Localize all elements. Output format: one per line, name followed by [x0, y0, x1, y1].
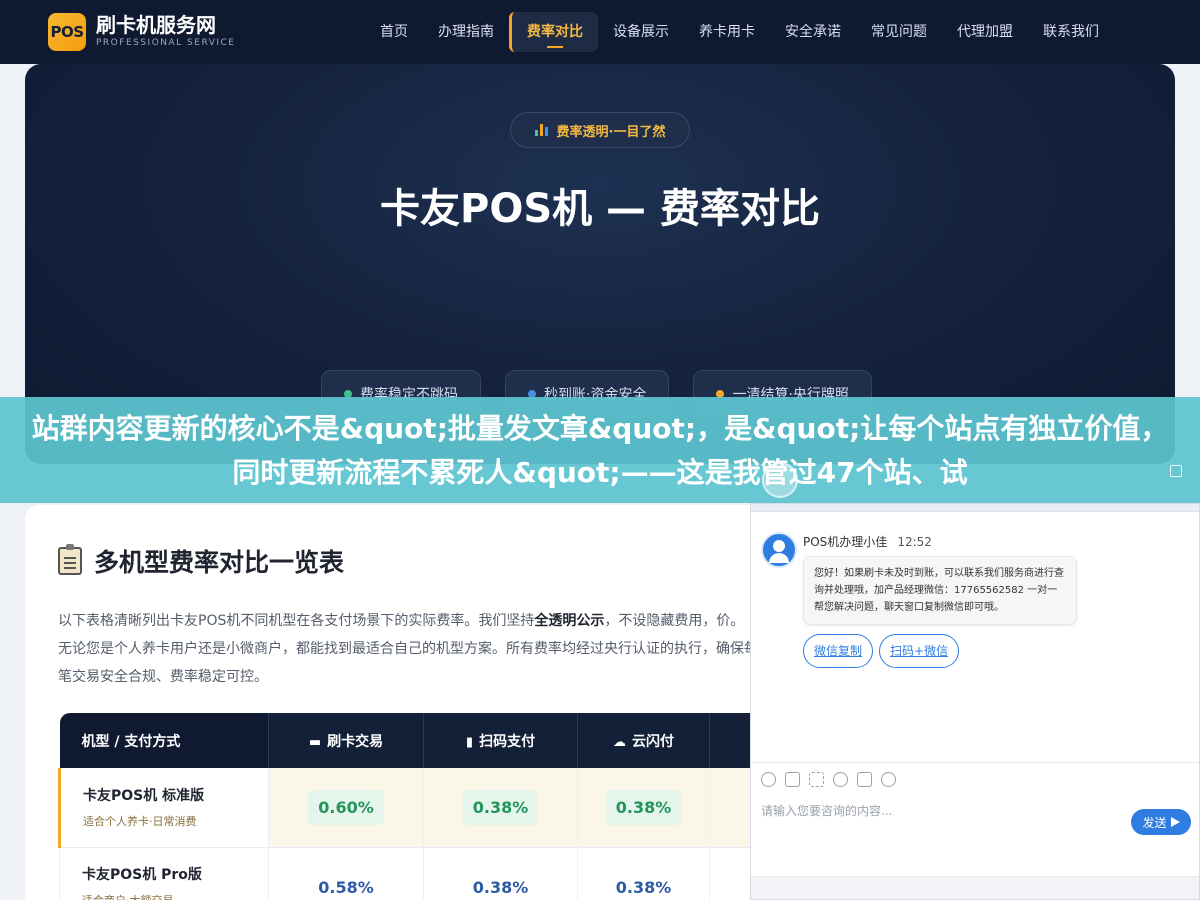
hero-title: 卡友POS机 — 费率对比 — [380, 186, 820, 232]
table-header-card: ▬ 刷卡交易 — [268, 713, 424, 768]
message-meta: POS机办理小佳 12:52 — [803, 532, 1077, 552]
chat-titlebar — [750, 450, 1200, 504]
nav-item-rate-compare[interactable]: 费率对比 — [509, 12, 598, 52]
chat-header-avatar — [762, 462, 798, 498]
voice-icon[interactable] — [857, 772, 872, 787]
site-logo[interactable]: POS 刷卡机服务网 PROFESSIONAL SERVICE — [48, 13, 236, 51]
copy-wechat-button[interactable]: 微信复制 — [803, 634, 874, 668]
rate-value: 0.38% — [462, 789, 539, 825]
rate-cell-card: 0.58% — [268, 847, 424, 900]
chat-minimize-icon[interactable] — [1170, 465, 1182, 477]
message-time: 12:52 — [897, 535, 932, 549]
rate-value: 0.58% — [318, 877, 374, 897]
agent-name: POS机办理小佳 — [803, 535, 888, 549]
machine-cell: 卡友POS机 Pro版 适合商户·大额交易 — [59, 847, 269, 900]
hero-badge: 费率透明·一目了然 — [510, 112, 690, 148]
cloud-icon: ☁ — [613, 734, 626, 750]
chat-divider — [751, 762, 1199, 763]
machine-cell: 卡友POS机 标准版 适合个人养卡·日常消费 — [58, 768, 269, 848]
section-title: 多机型费率对比一览表 — [94, 548, 345, 577]
rate-cell-cloud: 0.38% — [577, 847, 710, 900]
machine-name: 卡友POS机 标准版 — [83, 788, 205, 805]
send-button[interactable]: 发送 — [1131, 809, 1191, 835]
nav-item-home[interactable]: 首页 — [365, 12, 423, 52]
rate-value: 0.38% — [605, 789, 682, 825]
rate-cell-qr: 0.38% — [423, 768, 578, 848]
table-header-label: 云闪付 — [632, 733, 674, 750]
image-icon[interactable] — [785, 772, 800, 787]
logo-subtitle: PROFESSIONAL SERVICE — [96, 38, 236, 48]
table-header-qr: ▮ 扫码支付 — [423, 713, 578, 768]
message-bubble: 您好！如果刷卡未及时到账，可以联系我们服务商进行查询并处理哦，加产品经理微信：1… — [803, 556, 1077, 625]
table-header-label: 刷卡交易 — [327, 733, 384, 750]
chat-input[interactable]: 请输入您要咨询的内容... — [761, 802, 892, 819]
rate-cell-cloud: 0.38% — [577, 768, 710, 848]
nav-item-agent[interactable]: 代理加盟 — [942, 12, 1028, 52]
top-navbar: POS 刷卡机服务网 PROFESSIONAL SERVICE 首页 办理指南 … — [0, 0, 1200, 64]
section-description: 以下表格清晰列出卡友POS机不同机型在各支付场景下的实际费率。我们坚持全透明公示… — [58, 607, 758, 691]
rate-value: 0.38% — [472, 877, 529, 897]
emoji-icon[interactable] — [761, 772, 776, 787]
message-body: POS机办理小佳 12:52 您好！如果刷卡未及时到账，可以联系我们服务商进行查询… — [803, 532, 1077, 625]
send-label: 发送 — [1142, 815, 1167, 830]
chat-toolbar — [761, 772, 905, 787]
link-icon[interactable] — [881, 772, 896, 787]
nav-item-devices[interactable]: 设备展示 — [598, 12, 684, 52]
section-heading: 多机型费率对比一览表 — [58, 543, 344, 579]
machine-subtitle: 适合个人养卡·日常消费 — [83, 815, 197, 829]
rate-cell-card: 0.60% — [268, 768, 424, 848]
table-header-row: 机型 / 支付方式 ▬ 刷卡交易 ▮ 扫码支付 ☁ 云闪付 — [59, 713, 765, 768]
table-header-machine: 机型 / 支付方式 — [59, 713, 269, 768]
rate-value: 0.60% — [308, 789, 384, 825]
table-header-cloud: ☁ 云闪付 — [577, 713, 710, 768]
nav-item-guide[interactable]: 办理指南 — [423, 12, 509, 52]
screenshot-icon[interactable] — [809, 772, 824, 787]
chat-widget: POS机办理小佳 12:52 您好！如果刷卡未及时到账，可以联系我们服务商进行查询… — [750, 503, 1200, 900]
card-icon: ▬ — [308, 734, 322, 750]
rating-icon[interactable] — [833, 772, 848, 787]
nav-item-faq[interactable]: 常见问题 — [856, 12, 942, 52]
scan-wechat-button[interactable]: 扫码+微信 — [879, 634, 960, 668]
logo-title: 刷卡机服务网 — [96, 13, 216, 37]
main-nav: 首页 办理指南 费率对比 设备展示 养卡用卡 安全承诺 常见问题 代理加盟 联系… — [365, 12, 1114, 52]
logo-text: 刷卡机服务网 PROFESSIONAL SERVICE — [96, 14, 236, 50]
phone-icon: ▮ — [465, 734, 474, 750]
hero-badge-text: 费率透明·一目了然 — [556, 124, 666, 140]
nav-item-card-care[interactable]: 养卡用卡 — [684, 12, 770, 52]
clipboard-icon — [58, 544, 82, 575]
table-row: 卡友POS机 标准版 适合个人养卡·日常消费 0.60% 0.38% 0.38% — [58, 768, 765, 848]
rate-comparison-table: 机型 / 支付方式 ▬ 刷卡交易 ▮ 扫码支付 ☁ 云闪付 卡友POS机 标准版 适合… — [58, 713, 765, 900]
agent-avatar — [761, 532, 797, 568]
desc-highlight: 全透明公示 — [534, 613, 605, 629]
logo-badge: POS — [48, 13, 86, 51]
send-arrow-icon — [1170, 817, 1180, 827]
nav-item-security[interactable]: 安全承诺 — [770, 12, 856, 52]
table-header-label: 扫码支付 — [479, 733, 536, 750]
chat-message: POS机办理小佳 12:52 您好！如果刷卡未及时到账，可以联系我们服务商进行查询… — [761, 532, 1077, 625]
rate-cell-qr: 0.38% — [423, 847, 578, 900]
nav-item-contact[interactable]: 联系我们 — [1028, 12, 1114, 52]
machine-name: 卡友POS机 Pro版 — [82, 866, 202, 883]
rate-table-card: 多机型费率对比一览表 以下表格清晰列出卡友POS机不同机型在各支付场景下的实际费… — [25, 505, 765, 900]
bar-chart-icon — [534, 124, 549, 136]
chat-header-strip — [751, 504, 1199, 512]
chat-footer — [751, 876, 1199, 899]
machine-subtitle: 适合商户·大额交易 — [82, 893, 174, 900]
desc-text-before: 以下表格清晰列出卡友POS机不同机型在各支付场景下的实际费率。我们坚持 — [58, 613, 535, 629]
table-row: 卡友POS机 Pro版 适合商户·大额交易 0.58% 0.38% 0.38% — [59, 847, 765, 900]
quick-reply-buttons: 微信复制 扫码+微信 — [803, 634, 965, 668]
rate-value: 0.38% — [615, 877, 672, 897]
